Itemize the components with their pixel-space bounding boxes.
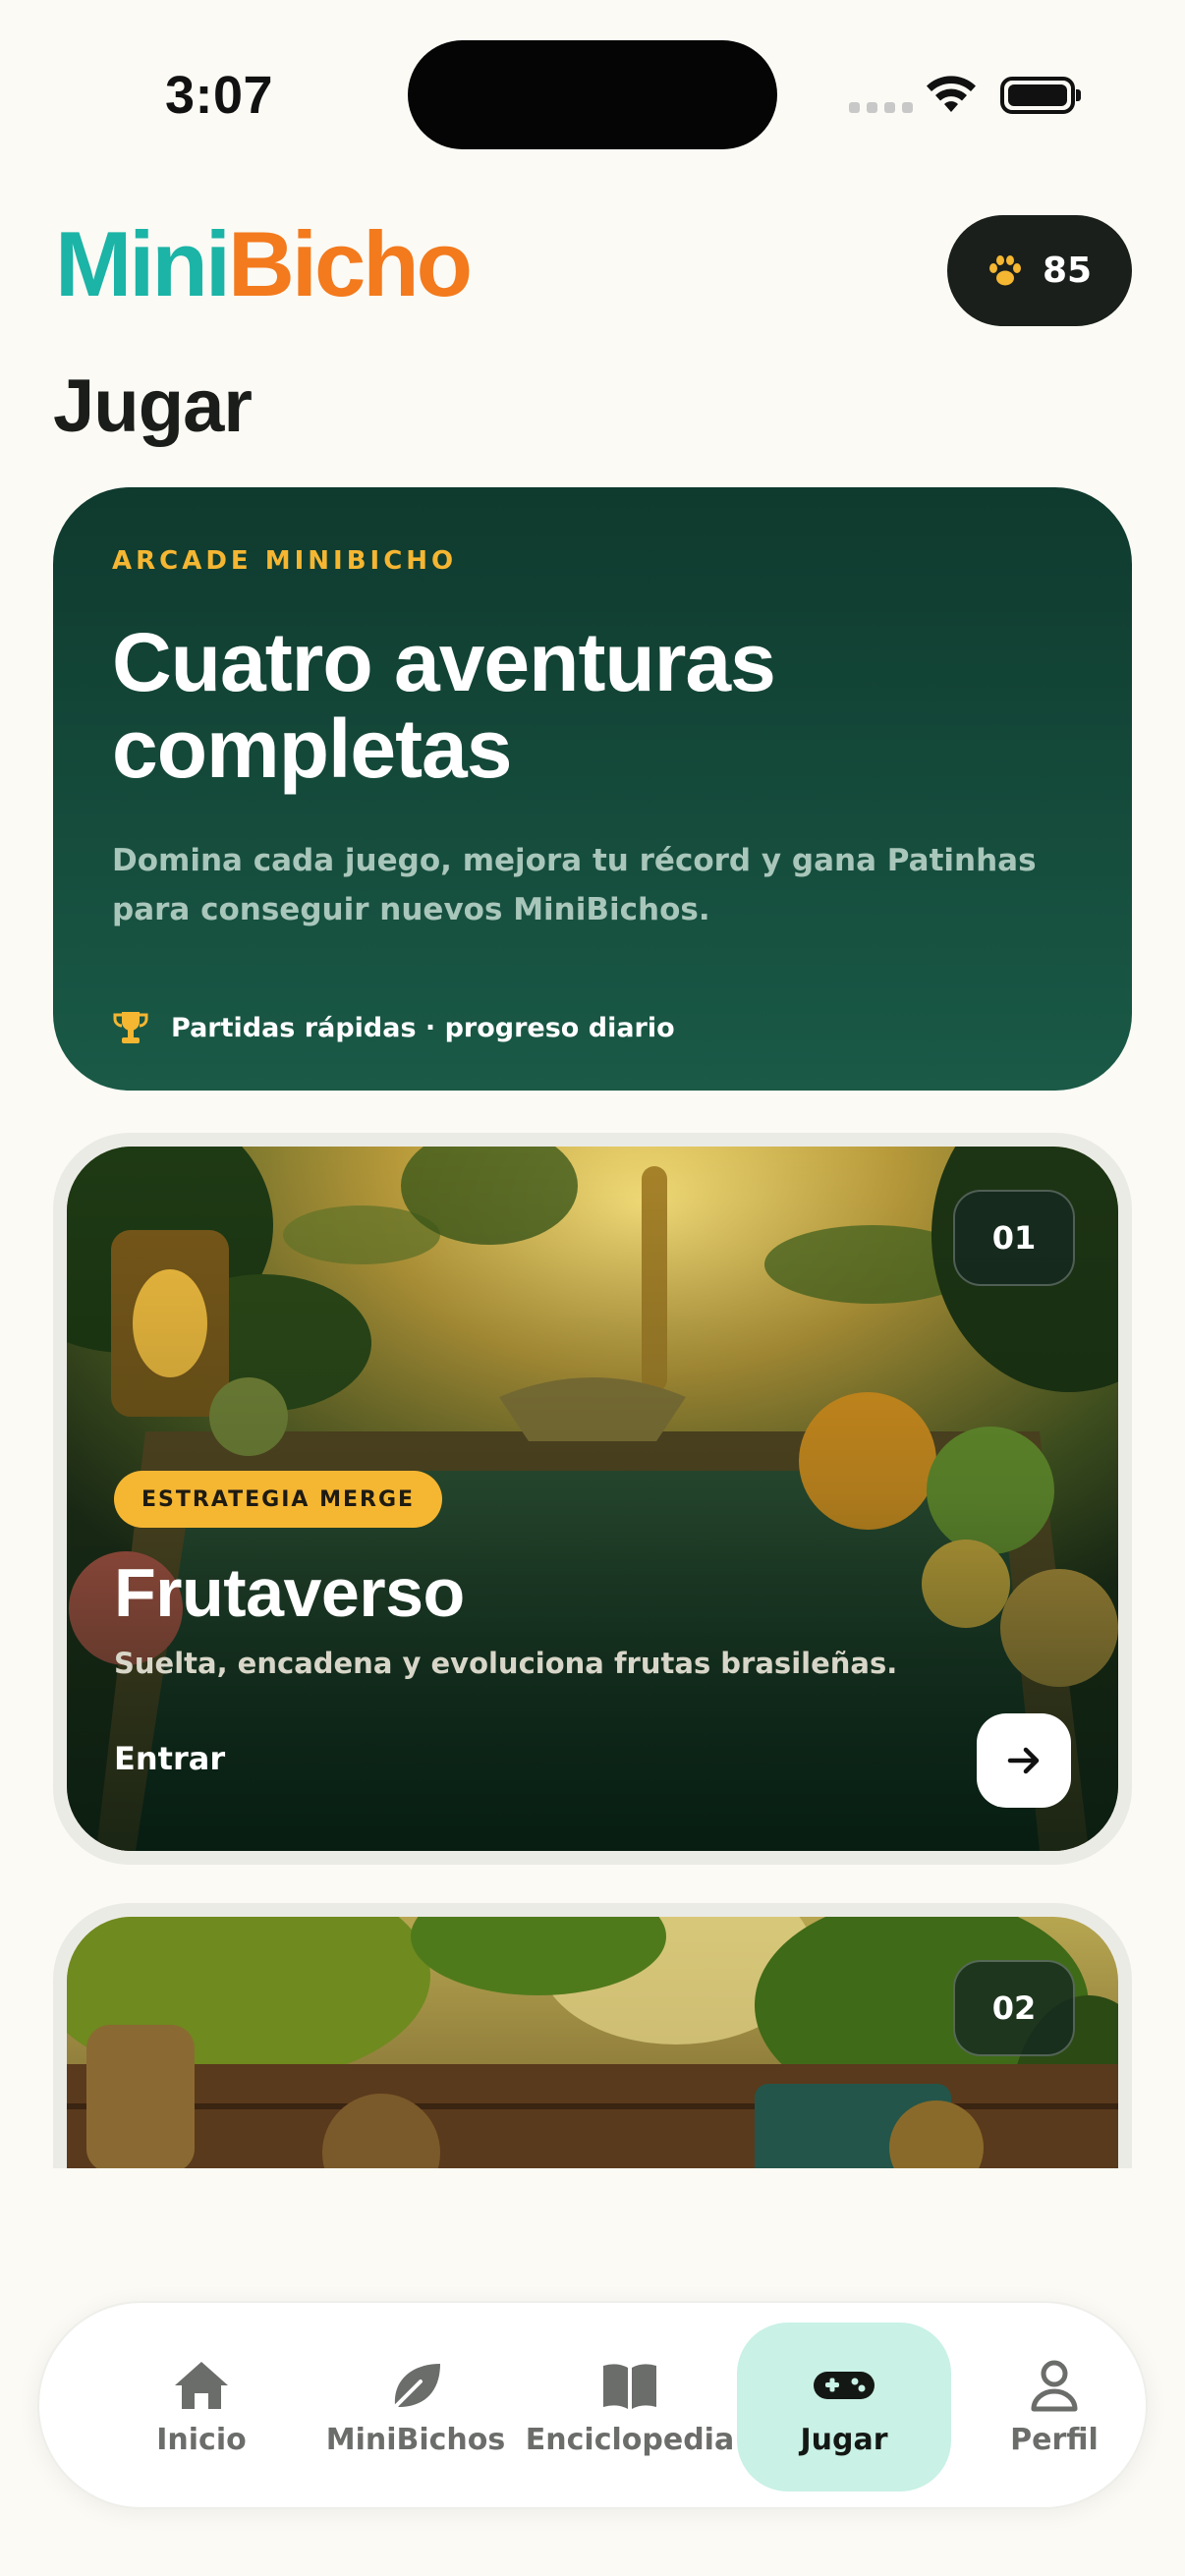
- hero-footer: Partidas rápidas · progreso diario: [112, 1010, 675, 1045]
- paw-balance-badge[interactable]: 85: [947, 215, 1132, 326]
- battery-icon: [1000, 77, 1081, 114]
- hero-footer-text: Partidas rápidas · progreso diario: [171, 1012, 675, 1043]
- game-enter-label[interactable]: Entrar: [114, 1740, 225, 1777]
- game-card-image: 01 ESTRATEGIA MERGE Frutaverso Suelta, e…: [67, 1147, 1118, 1851]
- tab-inicio[interactable]: Inicio: [94, 2323, 309, 2492]
- game-description: Suelta, encadena y evoluciona frutas bra…: [114, 1647, 898, 1680]
- tab-minibichos[interactable]: MiniBichos: [309, 2323, 523, 2492]
- game-card-frutaverso[interactable]: 01 ESTRATEGIA MERGE Frutaverso Suelta, e…: [53, 1133, 1132, 1865]
- book-icon: [603, 2363, 656, 2409]
- leaf-icon: [389, 2363, 440, 2413]
- app-logo: MiniBicho: [55, 218, 473, 310]
- hero-kicker: ARCADE MINIBICHO: [112, 546, 458, 576]
- page-title: Jugar: [53, 364, 253, 448]
- arcade-hero-card: ARCADE MINIBICHO Cuatro aventuras comple…: [53, 487, 1132, 1091]
- cellular-signal-icon: [849, 102, 913, 113]
- game-list-clip: 02: [0, 1896, 1185, 2168]
- tab-label: Perfil: [1010, 2422, 1099, 2457]
- bottom-tab-bar: Inicio MiniBichos Enciclopedia Jugar Per…: [37, 2301, 1148, 2509]
- game-card-second[interactable]: 02: [53, 1903, 1132, 2168]
- tab-jugar[interactable]: Jugar: [737, 2323, 951, 2492]
- game-number-badge: 02: [953, 1960, 1075, 2056]
- hero-title: Cuatro aventuras completas: [112, 616, 776, 795]
- game-card-image: 02: [67, 1917, 1118, 2168]
- paw-count: 85: [1042, 251, 1093, 291]
- dynamic-island: [408, 40, 777, 149]
- game-title: Frutaverso: [114, 1554, 465, 1631]
- tab-label: Jugar: [800, 2422, 888, 2457]
- game-enter-button[interactable]: [977, 1713, 1071, 1808]
- status-time: 3:07: [165, 66, 274, 125]
- arrow-right-icon: [1007, 1747, 1040, 1774]
- tab-label: Inicio: [156, 2422, 247, 2457]
- gamepad-icon: [814, 2371, 875, 2399]
- tab-label: MiniBichos: [325, 2422, 506, 2457]
- status-bar: 3:07: [0, 0, 1185, 187]
- logo-mini: Mini: [55, 212, 231, 315]
- wifi-icon: [927, 76, 976, 112]
- person-icon: [1031, 2360, 1078, 2411]
- tab-perfil[interactable]: Perfil: [951, 2323, 1157, 2492]
- tab-label: Enciclopedia: [525, 2422, 735, 2457]
- game-category-tag: ESTRATEGIA MERGE: [114, 1471, 443, 1528]
- trophy-icon: [113, 1012, 148, 1043]
- home-icon: [175, 2361, 228, 2409]
- logo-bicho: Bicho: [227, 212, 473, 315]
- hero-description: Domina cada juego, mejora tu récord y ga…: [112, 843, 1037, 927]
- paw-icon: [988, 254, 1021, 285]
- game-number-badge: 01: [953, 1190, 1075, 1286]
- tab-enciclopedia[interactable]: Enciclopedia: [523, 2323, 737, 2492]
